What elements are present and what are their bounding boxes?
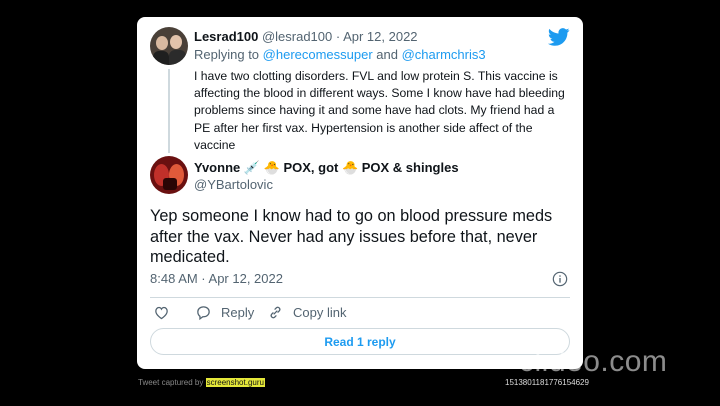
replying-and: and	[372, 47, 402, 62]
watermark: clideo.com	[519, 345, 668, 378]
reply-button[interactable]: Reply	[195, 304, 254, 321]
tweet-card: Lesrad100 @lesrad100 · Apr 12, 2022 Repl…	[137, 17, 583, 369]
read-replies-button[interactable]: Read 1 reply	[150, 328, 570, 355]
twitter-bird-icon[interactable]	[548, 28, 570, 46]
tweet-date[interactable]: Apr 12, 2022	[343, 29, 417, 44]
tweet-id: 1513801181776154629	[505, 378, 589, 387]
author-handle[interactable]: @lesrad100	[262, 29, 332, 44]
avatar[interactable]	[150, 27, 188, 65]
capture-credit: Tweet captured by screenshot.guru	[138, 378, 265, 387]
reply-bubble-icon	[197, 306, 210, 321]
tweet-text: Yep someone I know had to go on blood pr…	[150, 207, 553, 266]
reply-label: Reply	[221, 305, 255, 320]
reply-to-author[interactable]: Lesrad100 @lesrad100 · Apr 12, 2022	[194, 29, 418, 44]
avatar[interactable]	[150, 156, 188, 194]
link-icon	[270, 306, 281, 319]
replying-handle-link[interactable]: @charmchris3	[402, 47, 486, 62]
replying-to-line: Replying to @herecomessuper and @charmch…	[194, 47, 486, 62]
copy-link-button[interactable]: Copy link	[267, 304, 346, 321]
thread-connector	[168, 69, 170, 153]
date-separator: ·	[332, 29, 344, 44]
replying-prefix: Replying to	[194, 47, 263, 62]
heart-icon	[155, 306, 168, 320]
info-icon[interactable]	[552, 271, 568, 287]
copy-link-label: Copy link	[293, 305, 347, 320]
tweet-timestamp[interactable]: 8:48 AM · Apr 12, 2022	[150, 271, 283, 286]
reply-to-text: I have two clotting disorders. FVL and l…	[194, 69, 565, 152]
author-display-name[interactable]: Yvonne 💉 🐣 POX, got 🐣 POX & shingles	[194, 160, 459, 176]
captured-prefix: Tweet captured by	[138, 378, 206, 387]
replying-handle-link[interactable]: @herecomessuper	[263, 47, 373, 62]
capture-site-link[interactable]: screenshot.guru	[205, 378, 265, 387]
like-button[interactable]	[153, 304, 179, 321]
author-display-name[interactable]: Lesrad100	[194, 29, 258, 44]
divider	[150, 297, 570, 298]
author-handle[interactable]: @YBartolovic	[194, 177, 273, 192]
